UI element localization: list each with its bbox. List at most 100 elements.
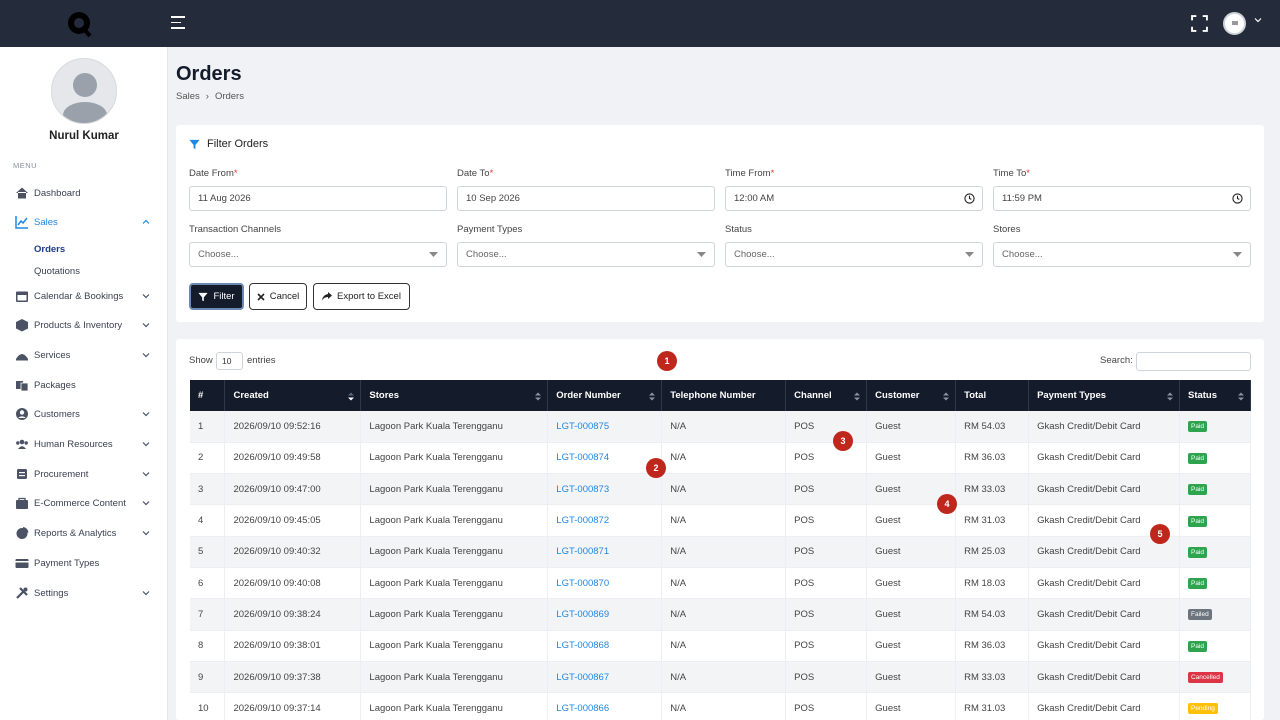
sidebar-item-payment-types[interactable]: Payment Types [0,552,168,574]
expand-icon[interactable] [1191,15,1208,32]
order-link[interactable]: LGT-000873 [556,484,609,495]
cell-total: RM 18.03 [955,567,1030,600]
sidebar-item-ecommerce[interactable]: E-Commerce Content [0,492,168,514]
order-link[interactable]: LGT-000870 [556,578,609,589]
sort-icon[interactable] [943,392,950,401]
col-header-created[interactable]: Created [224,380,362,411]
cell-store: Lagoon Park Kuala Terengganu [360,630,549,662]
filter-button[interactable]: Filter [189,283,244,310]
order-link[interactable]: LGT-000872 [556,515,609,526]
col-header-channel[interactable]: Channel [785,380,868,411]
order-link[interactable]: LGT-000869 [556,609,609,620]
export-excel-button[interactable]: Export to Excel [313,283,410,310]
sidebar-item-calendar[interactable]: Calendar & Bookings [0,285,168,307]
col-header-total: Total [955,380,1030,411]
sidebar-item-procurement[interactable]: Procurement [0,463,168,485]
chevron-down-icon[interactable] [1254,16,1262,24]
sidebar-item-dashboard[interactable]: Dashboard [0,182,168,204]
transaction-channels-select[interactable]: Choose... [189,242,447,267]
avatar[interactable] [51,58,117,124]
order-link[interactable]: LGT-000874 [556,452,609,463]
sidebar-subitem-orders[interactable]: Orders [34,244,65,255]
table-row: 1 2026/09/10 09:52:16 Lagoon Park Kuala … [190,411,1252,443]
clock-icon[interactable] [1232,193,1243,204]
date-from-input[interactable]: 11 Aug 2026 [189,186,447,211]
time-from-input[interactable]: 12:00 AM [725,186,983,211]
cell-created: 2026/09/10 09:37:38 [224,661,362,694]
order-link[interactable]: LGT-000867 [556,672,609,683]
sort-desc-icon[interactable] [348,392,355,401]
col-header-customer[interactable]: Customer [866,380,957,411]
avatar-icon[interactable] [1223,12,1246,35]
sidebar-subitem-quotations[interactable]: Quotations [34,266,80,277]
annotation-marker-4: 4 [937,494,957,514]
col-header-telephone: Telephone Number [661,380,787,411]
sidebar-item-label: Human Resources [34,438,113,450]
stores-select[interactable]: Choose... [993,242,1251,267]
date-to-input[interactable]: 10 Sep 2026 [457,186,715,211]
cell-customer: Guest [866,661,957,694]
date-from-label: Date From* [189,168,238,179]
sidebar-item-services[interactable]: Services [0,344,168,366]
q-logo-icon[interactable] [66,10,94,38]
order-link[interactable]: LGT-000866 [556,703,609,714]
cell-status: Paid [1179,473,1252,506]
sidebar-item-products[interactable]: Products & Inventory [0,314,168,336]
sort-icon[interactable] [1166,392,1173,401]
cell-channel: POS [785,473,868,506]
page-length-select[interactable]: 10 [216,352,243,370]
breadcrumb-separator: › [205,91,209,102]
cell-created: 2026/09/10 09:45:05 [224,504,362,537]
sidebar-item-sales[interactable]: Sales [0,211,168,233]
sidebar-item-reports[interactable]: Reports & Analytics [0,522,168,544]
cell-status: Paid [1179,442,1252,475]
order-link[interactable]: LGT-000868 [556,640,609,651]
cell-created: 2026/09/10 09:49:58 [224,442,362,475]
sidebar-item-settings[interactable]: Settings [0,582,168,604]
sidebar-item-hr[interactable]: Human Resources [0,433,168,455]
pie-chart-icon [16,527,29,539]
search-input[interactable] [1136,352,1251,371]
sort-icon[interactable] [649,392,656,401]
breadcrumb-item-sales[interactable]: Sales [176,91,200,102]
stores-label: Stores [993,224,1021,235]
cell-payment-type: Gkash Credit/Debit Card [1028,692,1180,720]
cell-payment-type: Gkash Credit/Debit Card [1028,598,1180,631]
chart-line-icon [15,216,28,229]
cell-total: RM 31.03 [955,504,1030,537]
cell-status: Paid [1179,504,1252,537]
status-badge: Paid [1187,484,1207,496]
col-header-order-number[interactable]: Order Number [547,380,663,411]
sidebar-item-label: E-Commerce Content [34,497,126,509]
cell-customer: Guest [866,442,957,475]
sort-icon[interactable] [1238,392,1244,401]
filter-icon [189,139,200,150]
cell-number: 5 [190,536,226,568]
sort-icon[interactable] [535,392,542,401]
sidebar-item-customers[interactable]: Customers [0,403,168,425]
col-header-status[interactable]: Status [1179,380,1252,411]
order-link[interactable]: LGT-000875 [556,421,609,432]
hamburger-icon[interactable] [171,16,187,32]
order-link[interactable]: LGT-000871 [556,546,609,557]
sidebar-item-label: Packages [34,379,76,391]
sidebar-item-packages[interactable]: Packages [0,374,168,396]
col-header-number[interactable]: # [190,380,226,411]
chevron-down-icon [142,412,150,417]
credit-card-icon [15,559,29,568]
sidebar-item-label: Sales [34,216,58,228]
status-badge: Paid [1187,515,1207,527]
sort-icon[interactable] [854,392,861,401]
col-header-stores[interactable]: Stores [360,380,549,411]
cell-customer: Guest [866,567,957,600]
clock-icon[interactable] [964,193,975,204]
caret-down-icon [429,252,438,257]
status-select[interactable]: Choose... [725,242,983,267]
cancel-button[interactable]: Cancel [249,283,307,310]
sidebar-item-label: Settings [34,587,69,599]
time-to-input[interactable]: 11:59 PM [993,186,1251,211]
col-header-payment-types[interactable]: Payment Types [1028,380,1180,411]
users-icon [16,439,28,449]
payment-types-select[interactable]: Choose... [457,242,715,267]
chevron-down-icon [142,531,150,536]
